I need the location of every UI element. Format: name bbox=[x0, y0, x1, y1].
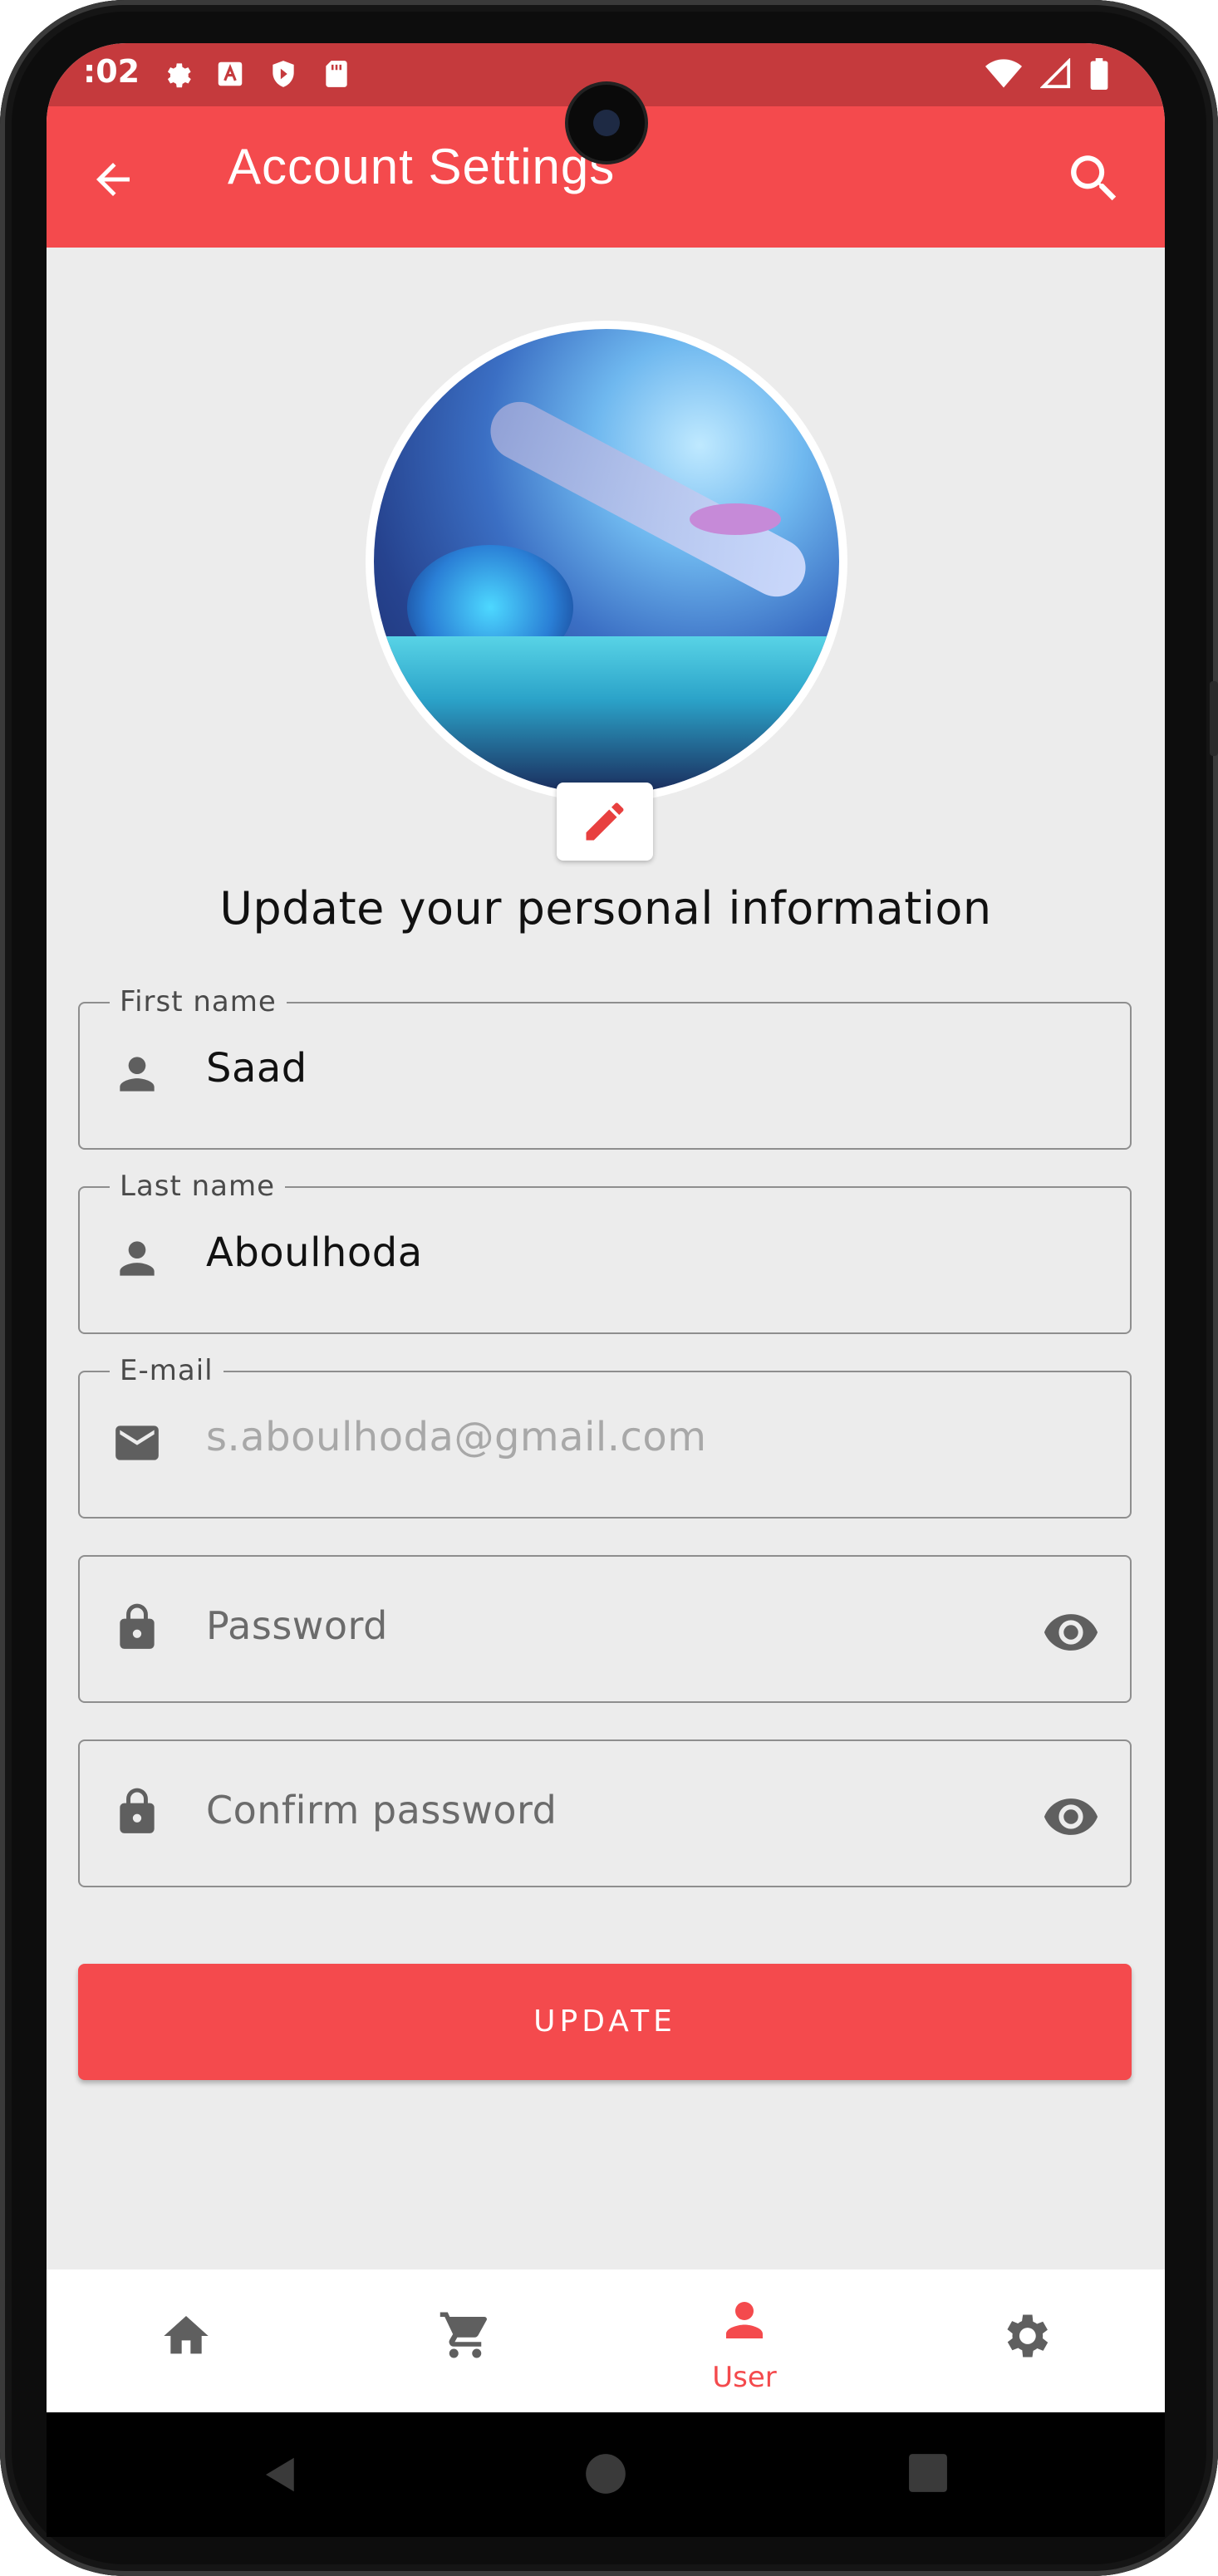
settings-status-icon bbox=[161, 58, 193, 90]
profile-avatar bbox=[366, 321, 847, 802]
nav-item-cart[interactable] bbox=[326, 2269, 605, 2412]
eye-icon[interactable] bbox=[1042, 1603, 1100, 1661]
person-icon bbox=[120, 1057, 155, 1092]
font-status-icon bbox=[214, 58, 246, 90]
system-recents-icon[interactable] bbox=[907, 2452, 949, 2494]
nav-item-settings[interactable] bbox=[886, 2269, 1165, 2412]
search-icon[interactable] bbox=[1063, 148, 1125, 209]
section-heading: Update your personal information bbox=[219, 882, 992, 935]
last-name-label: Last name bbox=[110, 1170, 286, 1203]
home-icon bbox=[164, 2316, 209, 2354]
email-input: s.aboulhoda@gmail.com bbox=[206, 1414, 707, 1460]
nav-item-user-label: User bbox=[712, 2361, 777, 2394]
nav-item-user[interactable]: User bbox=[605, 2269, 884, 2412]
first-name-field[interactable]: First name Saad bbox=[78, 985, 1132, 1150]
email-label: E-mail bbox=[110, 1354, 223, 1387]
system-back-icon[interactable] bbox=[258, 2452, 303, 2497]
side-button bbox=[1210, 681, 1218, 756]
nav-item-home[interactable] bbox=[47, 2269, 326, 2412]
confirm-password-field[interactable]: Confirm password bbox=[78, 1739, 1132, 1887]
system-home-icon[interactable] bbox=[584, 2452, 627, 2495]
signal-icon bbox=[1040, 58, 1071, 89]
person-icon bbox=[120, 1241, 155, 1276]
lock-icon bbox=[120, 1603, 155, 1649]
status-left-icons bbox=[161, 58, 352, 90]
lock-icon bbox=[120, 1788, 155, 1833]
last-name-field[interactable]: Last name Aboulhoda bbox=[78, 1170, 1132, 1334]
user-icon bbox=[726, 2302, 763, 2338]
confirm-password-input[interactable]: Confirm password bbox=[206, 1788, 557, 1833]
last-name-input[interactable]: Aboulhoda bbox=[206, 1229, 423, 1276]
edit-avatar-button[interactable] bbox=[557, 783, 653, 861]
status-time: :02 bbox=[83, 53, 140, 90]
battery-icon bbox=[1090, 58, 1108, 90]
first-name-label: First name bbox=[110, 985, 287, 1018]
password-input[interactable]: Password bbox=[206, 1603, 388, 1648]
sdcard-status-icon bbox=[321, 58, 352, 90]
page-title: Account Settings bbox=[228, 139, 616, 194]
password-field[interactable]: Password bbox=[78, 1555, 1132, 1703]
avatar-image bbox=[374, 329, 839, 794]
update-button[interactable]: UPDATE bbox=[78, 1964, 1132, 2080]
email-field: E-mail s.aboulhoda@gmail.com bbox=[78, 1354, 1132, 1519]
bottom-nav: User bbox=[47, 2269, 1165, 2412]
first-name-input[interactable]: Saad bbox=[206, 1045, 307, 1092]
pencil-icon bbox=[586, 802, 624, 841]
gear-icon bbox=[1007, 2314, 1049, 2358]
back-arrow-icon[interactable] bbox=[88, 155, 138, 204]
front-camera bbox=[568, 85, 645, 161]
cart-icon bbox=[440, 2312, 487, 2358]
shield-status-icon bbox=[268, 58, 299, 90]
status-right-icons bbox=[985, 58, 1108, 90]
wifi-icon bbox=[985, 59, 1022, 88]
app-screen: :02 Account Settings Update your persona… bbox=[47, 43, 1165, 2412]
system-nav-bar bbox=[47, 2412, 1165, 2537]
eye-icon[interactable] bbox=[1042, 1788, 1100, 1846]
mail-icon bbox=[115, 1425, 159, 1460]
